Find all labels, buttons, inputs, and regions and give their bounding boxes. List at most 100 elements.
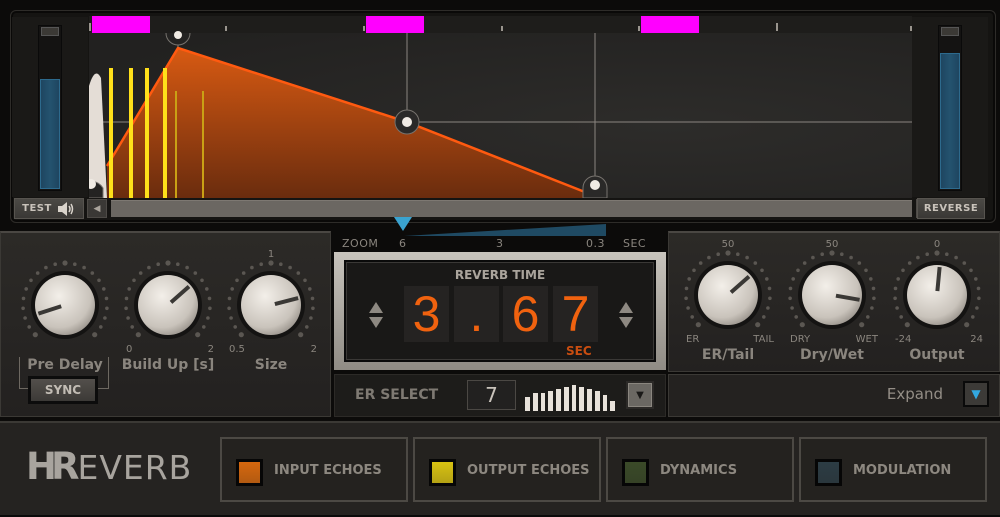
knob-min-label: ER <box>686 334 700 345</box>
knob-tick <box>309 316 313 320</box>
knob-tick <box>975 306 979 310</box>
knob-tick <box>767 286 772 291</box>
early-reflection <box>175 91 177 198</box>
test-button[interactable]: TEST <box>14 198 84 219</box>
knob-tick <box>127 287 131 291</box>
knob-body <box>35 275 95 335</box>
knob-tick <box>768 296 772 301</box>
knob-tick <box>147 265 151 270</box>
knob-center-label: 1 <box>267 249 275 260</box>
knob-tick <box>925 252 929 256</box>
er-select-dropdown[interactable]: ▼ <box>626 381 654 409</box>
knob-label: ER/Tail <box>701 347 755 363</box>
early-reflections-panel: Pre Delay 0 2 Build Up [s] 1 0.5 2 Size <box>0 231 331 417</box>
knob-tick <box>135 332 141 338</box>
knob-tick <box>707 255 711 260</box>
reverse-button[interactable]: REVERSE <box>917 198 985 219</box>
knob-tick <box>916 255 920 260</box>
knob-tick <box>901 268 905 273</box>
knob-dry-wet[interactable]: 50 DRY WET Dry/Wet <box>782 233 882 363</box>
output-meter-fill <box>940 52 960 189</box>
knob-tick <box>820 252 824 256</box>
knob-label: Dry/Wet <box>800 347 864 363</box>
knob-max-label: TAIL <box>753 334 774 345</box>
knob-tick <box>796 268 800 273</box>
knob-tick <box>945 252 949 256</box>
er-pattern-bar <box>602 395 608 411</box>
knob-tick <box>202 325 206 329</box>
arrow-left-icon: ◀ <box>93 203 101 214</box>
reverb-envelope-graph[interactable] <box>89 16 912 198</box>
knob-tick <box>794 315 798 319</box>
expand-button[interactable]: ▼ <box>963 381 989 407</box>
knob-tick <box>755 322 761 328</box>
module-input-echoes[interactable]: INPUT ECHOES <box>220 437 408 502</box>
module-modulation[interactable]: MODULATION <box>799 437 987 502</box>
knob-min-label: -24 <box>895 334 912 345</box>
knob-tick <box>53 262 57 266</box>
knob-tick <box>29 278 33 283</box>
chevron-down-icon: ▼ <box>636 389 644 401</box>
module-output-echoes[interactable]: OUTPUT ECHOES <box>413 437 601 502</box>
er-pattern-bar <box>563 387 569 411</box>
knob-tick <box>753 261 758 265</box>
module-label: DYNAMICS <box>660 463 738 478</box>
knob-body <box>698 265 758 325</box>
knob-output[interactable]: 0 -24 24 Output <box>887 233 987 363</box>
zoom-slider-handle[interactable] <box>394 217 412 231</box>
knob-max-label: 2 <box>207 344 214 355</box>
knob-tick <box>849 255 853 260</box>
reverb-time-title: REVERB TIME <box>454 268 546 282</box>
reverb-digit: 7 <box>553 286 598 342</box>
knob-tick <box>788 286 793 291</box>
er-select-value[interactable]: 7 <box>467 380 516 410</box>
knob-tick <box>132 278 136 283</box>
knob-er-tail[interactable]: 50 ER TAIL ER/Tail <box>678 233 778 363</box>
knob-tick <box>762 315 766 319</box>
knob-max-label: 2 <box>310 344 317 355</box>
scroll-left-button[interactable]: ◀ <box>87 199 107 218</box>
knob-tick <box>90 271 95 275</box>
knob-size[interactable]: 1 0.5 2 Size <box>221 243 321 373</box>
knob-tick <box>760 268 764 273</box>
knob-tick <box>238 332 244 338</box>
er-pattern-bar <box>532 393 538 411</box>
knob-tick <box>250 265 254 270</box>
knob-tick <box>964 322 970 328</box>
knob-tick <box>896 277 900 281</box>
knob-tick <box>840 252 844 256</box>
er-pattern-bar <box>556 389 561 411</box>
end-handle <box>582 175 608 198</box>
knob-tick <box>259 262 263 266</box>
er-pattern-bar <box>540 393 546 411</box>
reverb-time-fine-spinner[interactable] <box>618 300 634 330</box>
knob-tick <box>268 260 274 266</box>
knob-tick <box>233 325 237 329</box>
er-select-row: ER SELECT 7 ▼ <box>334 374 666 417</box>
knob-tick <box>227 306 231 311</box>
knob-tick <box>802 261 807 265</box>
expand-label: Expand <box>886 385 943 403</box>
knob-tick <box>311 306 315 311</box>
zoom-tick: 0.3 <box>586 237 605 250</box>
knob-tick <box>904 322 910 328</box>
reverb-digit: . <box>454 286 499 342</box>
zoom-slider-track[interactable] <box>404 224 606 238</box>
reverb-time-coarse-spinner[interactable] <box>368 300 384 330</box>
knob-tick <box>35 271 40 275</box>
reverb-digit: 3 <box>404 286 449 342</box>
zoom-control: ZOOM 6 3 0.3 SEC <box>334 215 666 251</box>
zoom-unit: SEC <box>623 237 647 250</box>
test-label: TEST <box>22 203 52 214</box>
output-level-meter <box>938 25 962 191</box>
knob-center-label: 0 <box>933 239 941 250</box>
sync-button[interactable]: SYNC <box>28 376 98 404</box>
knob-tick <box>102 287 106 291</box>
knob-tick <box>799 322 805 328</box>
knob-tick <box>303 278 307 283</box>
module-dynamics[interactable]: DYNAMICS <box>606 437 794 502</box>
knob-tick <box>138 271 143 275</box>
knob-pre-delay[interactable]: Pre Delay <box>15 243 115 373</box>
knob-tick <box>206 316 210 320</box>
knob-build-up[interactable]: 0 2 Build Up [s] <box>118 243 218 373</box>
